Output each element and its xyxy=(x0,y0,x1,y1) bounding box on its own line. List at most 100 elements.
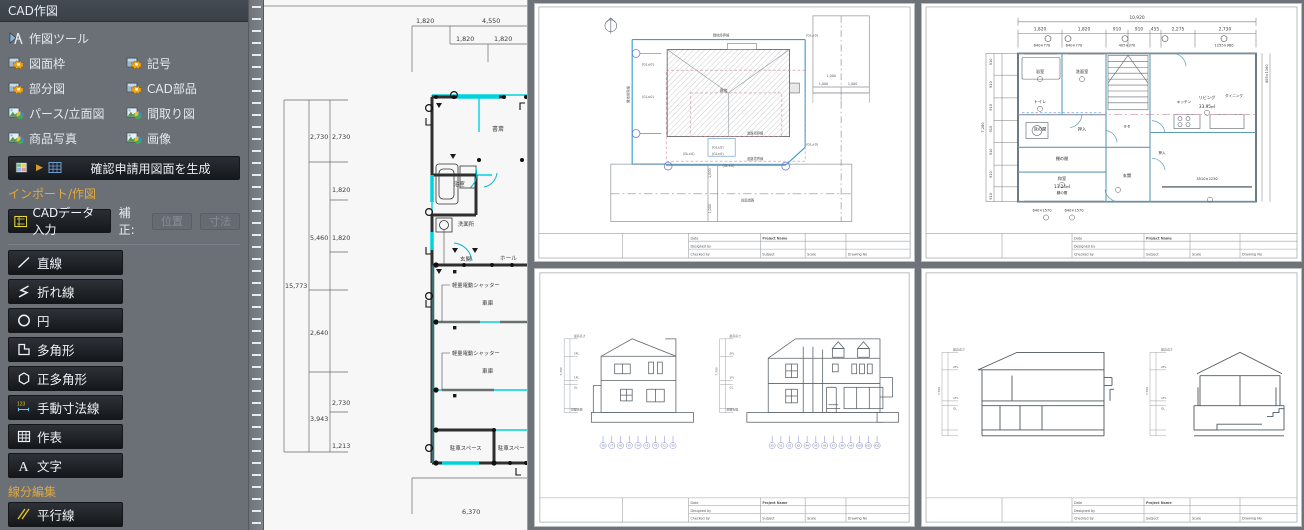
svg-text:A: A xyxy=(19,460,30,473)
label-boundary-top: 隣地境界線 xyxy=(713,33,730,38)
annotation-shutter-2: 軽量電動シャッター xyxy=(452,349,500,357)
svg-text:7,700: 7,700 xyxy=(559,367,563,375)
perspective-elevation-icon xyxy=(8,107,24,119)
dim-left-3: 1,820 xyxy=(332,186,350,194)
label-road-boundary: 道路境界線 xyxy=(747,130,764,135)
tb-subject-label: Subject xyxy=(1146,517,1159,521)
tool-button-circle[interactable]: 円 xyxy=(8,308,123,333)
symbol-icon xyxy=(126,57,143,69)
tb-project-label: Project Name xyxy=(762,501,788,505)
fp-room-washroom: 洗面室 xyxy=(1076,68,1089,74)
ruler-tick xyxy=(252,186,261,188)
polygon-icon xyxy=(18,343,30,356)
label-dim-3: (GL±0) xyxy=(642,95,655,99)
product-photo-icon xyxy=(8,132,24,144)
correction-position-button[interactable]: 位置 xyxy=(152,212,192,230)
svg-text:GL: GL xyxy=(729,385,733,389)
label-dim-5: (GL±0) xyxy=(712,152,725,156)
tool-button-line[interactable]: 直線 xyxy=(8,250,123,275)
dim-top-sub-2: 1,820 xyxy=(494,35,512,43)
label-road-boundary-2: 道路境界線 xyxy=(747,156,764,161)
fp-room-bath: 浴室 xyxy=(1036,68,1044,74)
sidebar-item-label: 商品写真 xyxy=(29,132,78,146)
tool-label: 作表 xyxy=(37,430,63,445)
dim-top-1: 1,820 xyxy=(416,17,434,25)
cad-tools-sidebar: CAD作図 作図ツール 図面枠 記号 部分図 CAD部品 パース/立面図 間取り… xyxy=(0,0,248,530)
site-dim-a: 1,000 xyxy=(819,82,828,86)
ruler-tick xyxy=(252,366,261,368)
fp-window-bottom-2: 640×1570 xyxy=(1065,209,1085,213)
dim-left-total: 15,773 xyxy=(285,282,307,290)
tb-subject-label: Subject xyxy=(1146,253,1159,257)
generate-confirmation-drawing-button[interactable]: ▶ 確認申請用図面を生成 xyxy=(8,156,240,180)
svg-text:GL: GL xyxy=(1161,407,1165,411)
elevation-sheet[interactable]: 最高高さ 2FL 1FL GL 基礎天端 7,700 Y8 Y7 Y6 Y5 Y… xyxy=(534,268,915,527)
sidebar-item-drawing-frame[interactable]: 図面枠 xyxy=(6,51,124,76)
ruler-tick xyxy=(252,18,261,20)
ruler-tick xyxy=(252,498,261,500)
tool-label: 円 xyxy=(37,314,50,329)
fp-room-washitsu: 和室 xyxy=(1058,175,1066,181)
svg-text:1FL: 1FL xyxy=(729,376,735,380)
section-sheet[interactable]: 最高高さ 2FL 1FL GL 7,700 最高高さ 2FL 1FL GL 7,… xyxy=(921,268,1302,527)
tb-project-label: Project Name xyxy=(762,237,788,241)
cad-application-window: CAD作図 作図ツール 図面枠 記号 部分図 CAD部品 パース/立面図 間取り… xyxy=(0,0,1304,530)
dim-left-9: 1,213 xyxy=(332,442,350,450)
fp-window-bottom-1: 640×1570 xyxy=(1033,209,1053,213)
fp-window-bottom-3: 3510×2230 xyxy=(1196,177,1218,181)
correction-dimension-button[interactable]: 寸法 xyxy=(200,212,240,230)
partial-drawing-icon xyxy=(8,82,25,94)
tb-date-label: Date xyxy=(690,501,698,505)
svg-text:7,700: 7,700 xyxy=(715,367,719,375)
tb-scale-label: Scale xyxy=(807,253,816,257)
sidebar-item-partial-drawing[interactable]: 部分図 xyxy=(6,76,124,101)
ruler-tick xyxy=(252,306,261,308)
ruler-tick xyxy=(252,150,261,152)
ruler-tick xyxy=(252,102,261,104)
sidebar-item-symbol[interactable]: 記号 xyxy=(124,51,242,76)
draw-tools-grid: 直線 折れ線 円 多角形 正多角形 123 手動寸法線 作表 A 文字 xyxy=(6,250,242,478)
fp-room-toilet: トイレ xyxy=(1034,99,1047,104)
tb-scale-label: Scale xyxy=(1192,517,1201,521)
cad-data-input-button[interactable]: CADデータ入力 xyxy=(8,206,111,237)
sidebar-item-cad-parts[interactable]: CAD部品 xyxy=(124,76,242,101)
fp-room-dining: ダイニング xyxy=(1225,93,1243,98)
ruler-tick xyxy=(252,474,261,476)
svg-text:1FL: 1FL xyxy=(1161,396,1167,400)
svg-text:最高高さ: 最高高さ xyxy=(1161,347,1173,352)
tool-label: 文字 xyxy=(37,459,63,474)
sidebar-item-product-photo[interactable]: 商品写真 xyxy=(6,126,124,151)
tool-button-polygon[interactable]: 多角形 xyxy=(8,337,123,362)
line-icon xyxy=(18,256,30,269)
tb-project-label: Project Name xyxy=(1146,237,1172,241)
svg-text:Y1: Y1 xyxy=(663,443,667,447)
site-dim-c: 1,000 xyxy=(827,74,836,78)
tool-button-manual-dimension[interactable]: 123 手動寸法線 xyxy=(8,395,123,420)
sidebar-item-perspective-elevation[interactable]: パース/立面図 xyxy=(6,101,124,126)
tool-button-text[interactable]: A 文字 xyxy=(8,453,123,478)
tool-button-regular-polygon[interactable]: 正多角形 xyxy=(8,366,123,391)
svg-text:X2: X2 xyxy=(788,444,792,447)
ruler-tick xyxy=(252,270,261,272)
edit-section-header: 線分編集 xyxy=(8,485,57,499)
svg-text:2FL: 2FL xyxy=(1161,365,1167,369)
tool-button-table[interactable]: 作表 xyxy=(8,424,123,449)
sidebar-item-image[interactable]: 画像 xyxy=(124,126,242,151)
tool-button-parallel-line[interactable]: 平行線 xyxy=(8,502,123,527)
main-drawing-canvas[interactable]: 1,820 4,550 1,820 1,820 2,730 2,730 1,82… xyxy=(264,0,528,530)
tb-date-label: Date xyxy=(1074,501,1082,505)
vertical-ruler[interactable] xyxy=(248,0,264,530)
svg-text:123: 123 xyxy=(17,401,26,407)
room-label-parking-1: 駐車スペース xyxy=(450,444,482,452)
svg-text:Y4: Y4 xyxy=(636,443,640,447)
sidebar-item-drafting-tool[interactable]: 作図ツール xyxy=(6,26,242,51)
svg-text:X11: X11 xyxy=(866,444,871,447)
site-plan-sheet[interactable]: 隣地境界線 隣地境界線 前面道路 建物 道路境界線 道路境界線 (GL±0) (… xyxy=(534,3,915,262)
tool-button-polyline[interactable]: 折れ線 xyxy=(8,279,123,304)
ruler-tick xyxy=(252,210,261,212)
floor-plan-sheet[interactable]: 10,920 1,820 1,820 910 910 455 2,275 2,7… xyxy=(921,3,1302,262)
tb-designed-label: Designed by xyxy=(690,509,711,513)
tb-checked-label: Checked by xyxy=(690,517,709,521)
ruler-tick xyxy=(252,462,261,464)
sidebar-item-floorplan[interactable]: 間取り図 xyxy=(124,101,242,126)
